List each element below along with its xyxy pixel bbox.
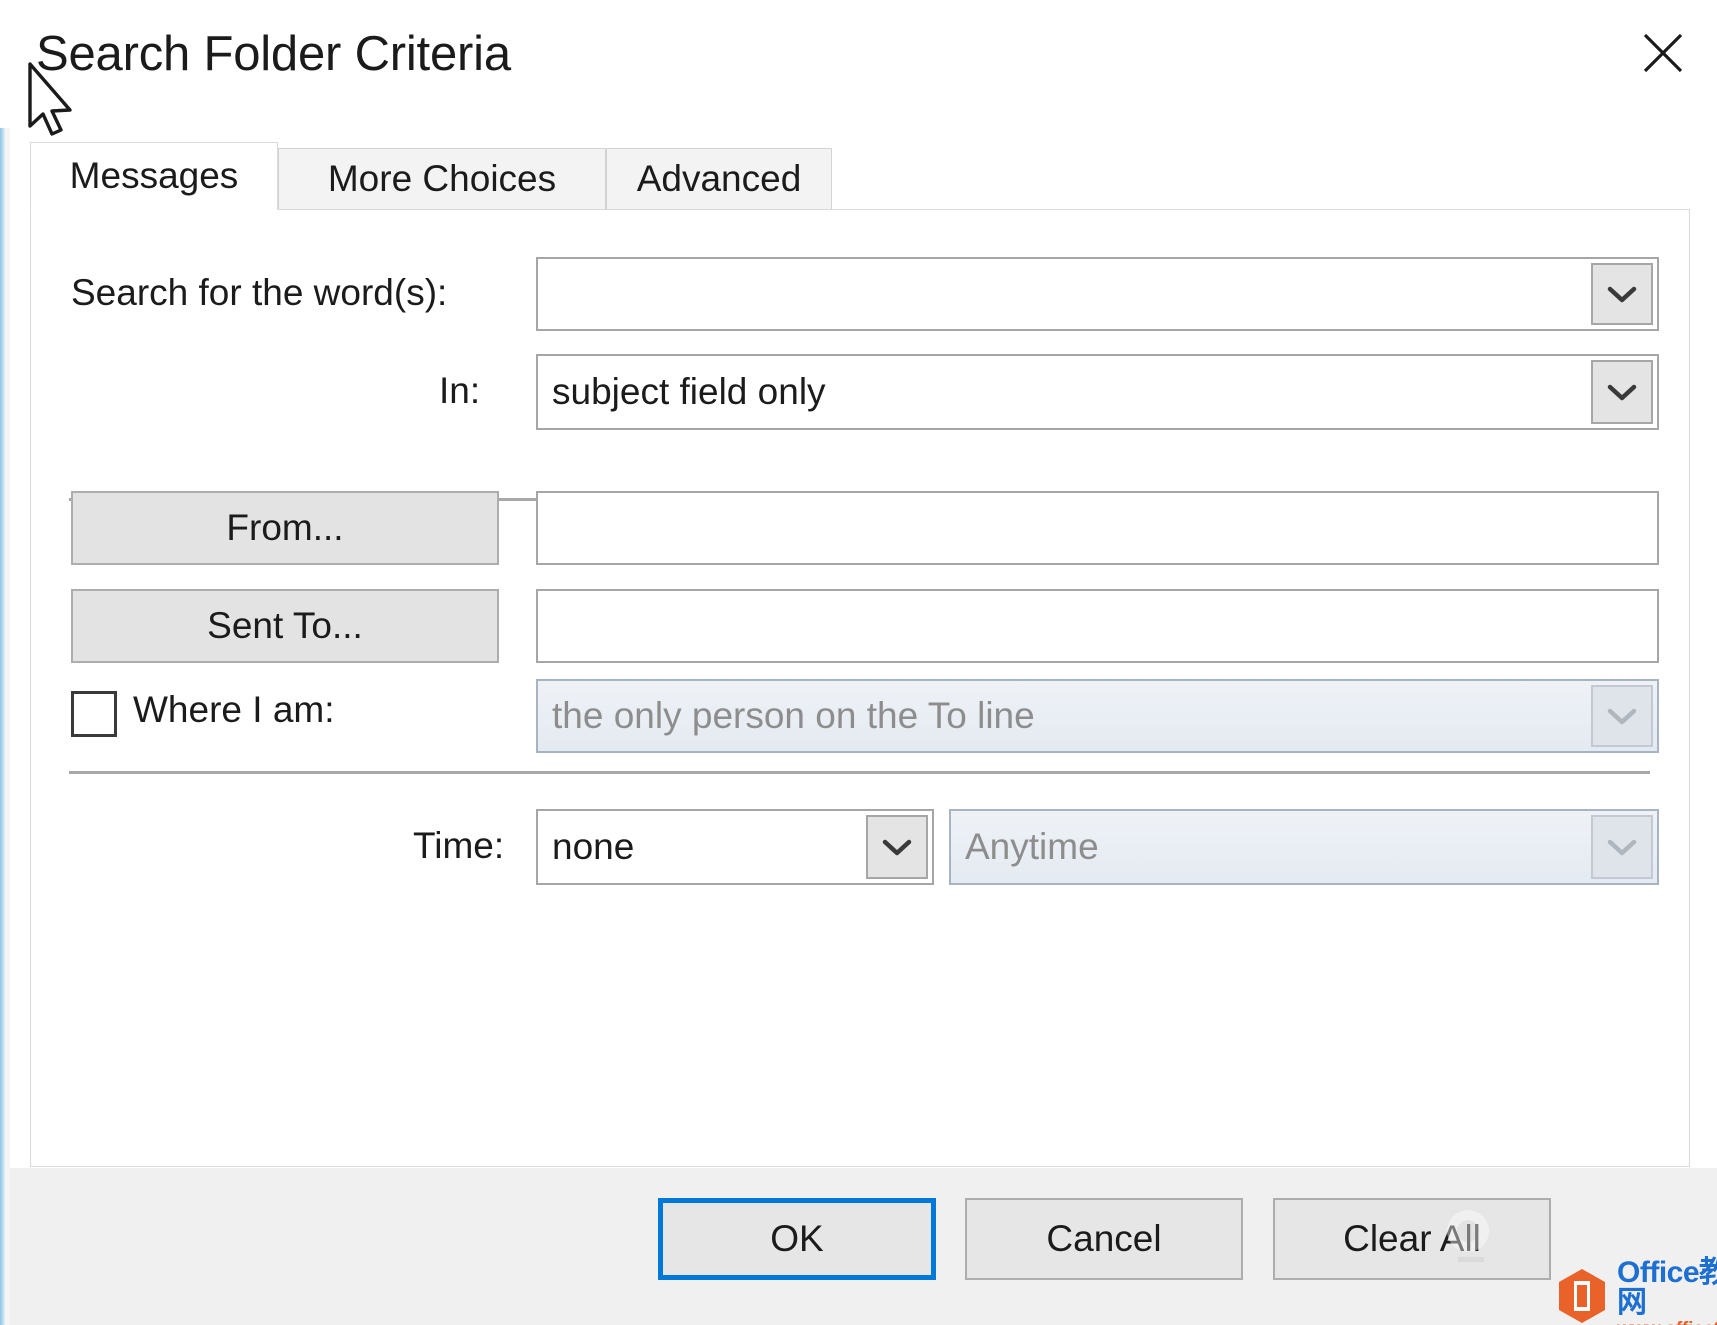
search-words-label: Search for the word(s):	[71, 272, 448, 313]
close-icon	[1640, 30, 1686, 76]
time-range-value: Anytime	[965, 826, 1099, 867]
tab-messages[interactable]: Messages	[30, 142, 278, 210]
tab-messages-label: Messages	[69, 155, 239, 196]
chevron-down-icon	[1606, 382, 1638, 402]
ok-button[interactable]: OK	[658, 1198, 936, 1280]
in-dropdown[interactable]: subject field only	[536, 354, 1659, 430]
where-i-am-checkbox[interactable]	[71, 691, 117, 737]
sent-to-button[interactable]: Sent To...	[71, 589, 499, 663]
tab-advanced-label: Advanced	[636, 158, 802, 199]
messages-tab-panel: Search for the word(s): In: subject fiel…	[30, 209, 1690, 1167]
separator-bottom	[69, 771, 1650, 774]
from-input[interactable]	[536, 491, 1659, 565]
time-range-dropdown[interactable]: Anytime	[949, 809, 1659, 885]
in-label: In:	[439, 370, 481, 411]
chevron-down-icon	[1606, 706, 1638, 726]
cancel-button-label: Cancel	[1046, 1218, 1162, 1259]
where-i-am-label: Where I am:	[133, 689, 335, 730]
dialog-footer: OK Cancel Clear All	[10, 1168, 1717, 1325]
clear-all-button-label: Clear All	[1343, 1218, 1481, 1259]
ok-button-label: OK	[770, 1218, 824, 1259]
clear-all-button[interactable]: Clear All	[1273, 1198, 1551, 1280]
time-condition-value: none	[552, 826, 635, 867]
window-left-border-inner	[5, 0, 10, 1325]
tab-advanced[interactable]: Advanced	[606, 148, 832, 210]
cancel-button[interactable]: Cancel	[965, 1198, 1243, 1280]
in-value: subject field only	[552, 371, 826, 412]
from-button[interactable]: From...	[71, 491, 499, 565]
in-dropdown-button[interactable]	[1591, 360, 1653, 424]
tab-more-choices[interactable]: More Choices	[278, 148, 606, 210]
chevron-down-icon	[881, 837, 913, 857]
search-words-input[interactable]	[536, 257, 1659, 331]
tab-more-choices-label: More Choices	[327, 158, 557, 199]
where-i-am-dropdown[interactable]: the only person on the To line	[536, 679, 1659, 753]
search-folder-criteria-dialog: Search Folder Criteria Messages More Cho…	[0, 0, 1717, 1325]
time-label: Time:	[413, 825, 505, 866]
chevron-down-icon	[1606, 837, 1638, 857]
search-words-dropdown-button[interactable]	[1591, 263, 1653, 325]
close-button[interactable]	[1630, 22, 1696, 84]
from-button-label: From...	[226, 507, 344, 548]
where-i-am-dropdown-button[interactable]	[1591, 685, 1653, 747]
time-condition-dropdown-button[interactable]	[866, 815, 928, 879]
sent-to-input[interactable]	[536, 589, 1659, 663]
tab-strip: Messages More Choices Advanced	[30, 142, 1690, 210]
time-condition-dropdown[interactable]: none	[536, 809, 934, 885]
dialog-titlebar: Search Folder Criteria	[0, 0, 1717, 136]
chevron-down-icon	[1606, 284, 1638, 304]
page-title: Search Folder Criteria	[36, 27, 511, 81]
sent-to-button-label: Sent To...	[207, 605, 363, 646]
where-i-am-value: the only person on the To line	[552, 695, 1035, 736]
time-range-dropdown-button[interactable]	[1591, 815, 1653, 879]
